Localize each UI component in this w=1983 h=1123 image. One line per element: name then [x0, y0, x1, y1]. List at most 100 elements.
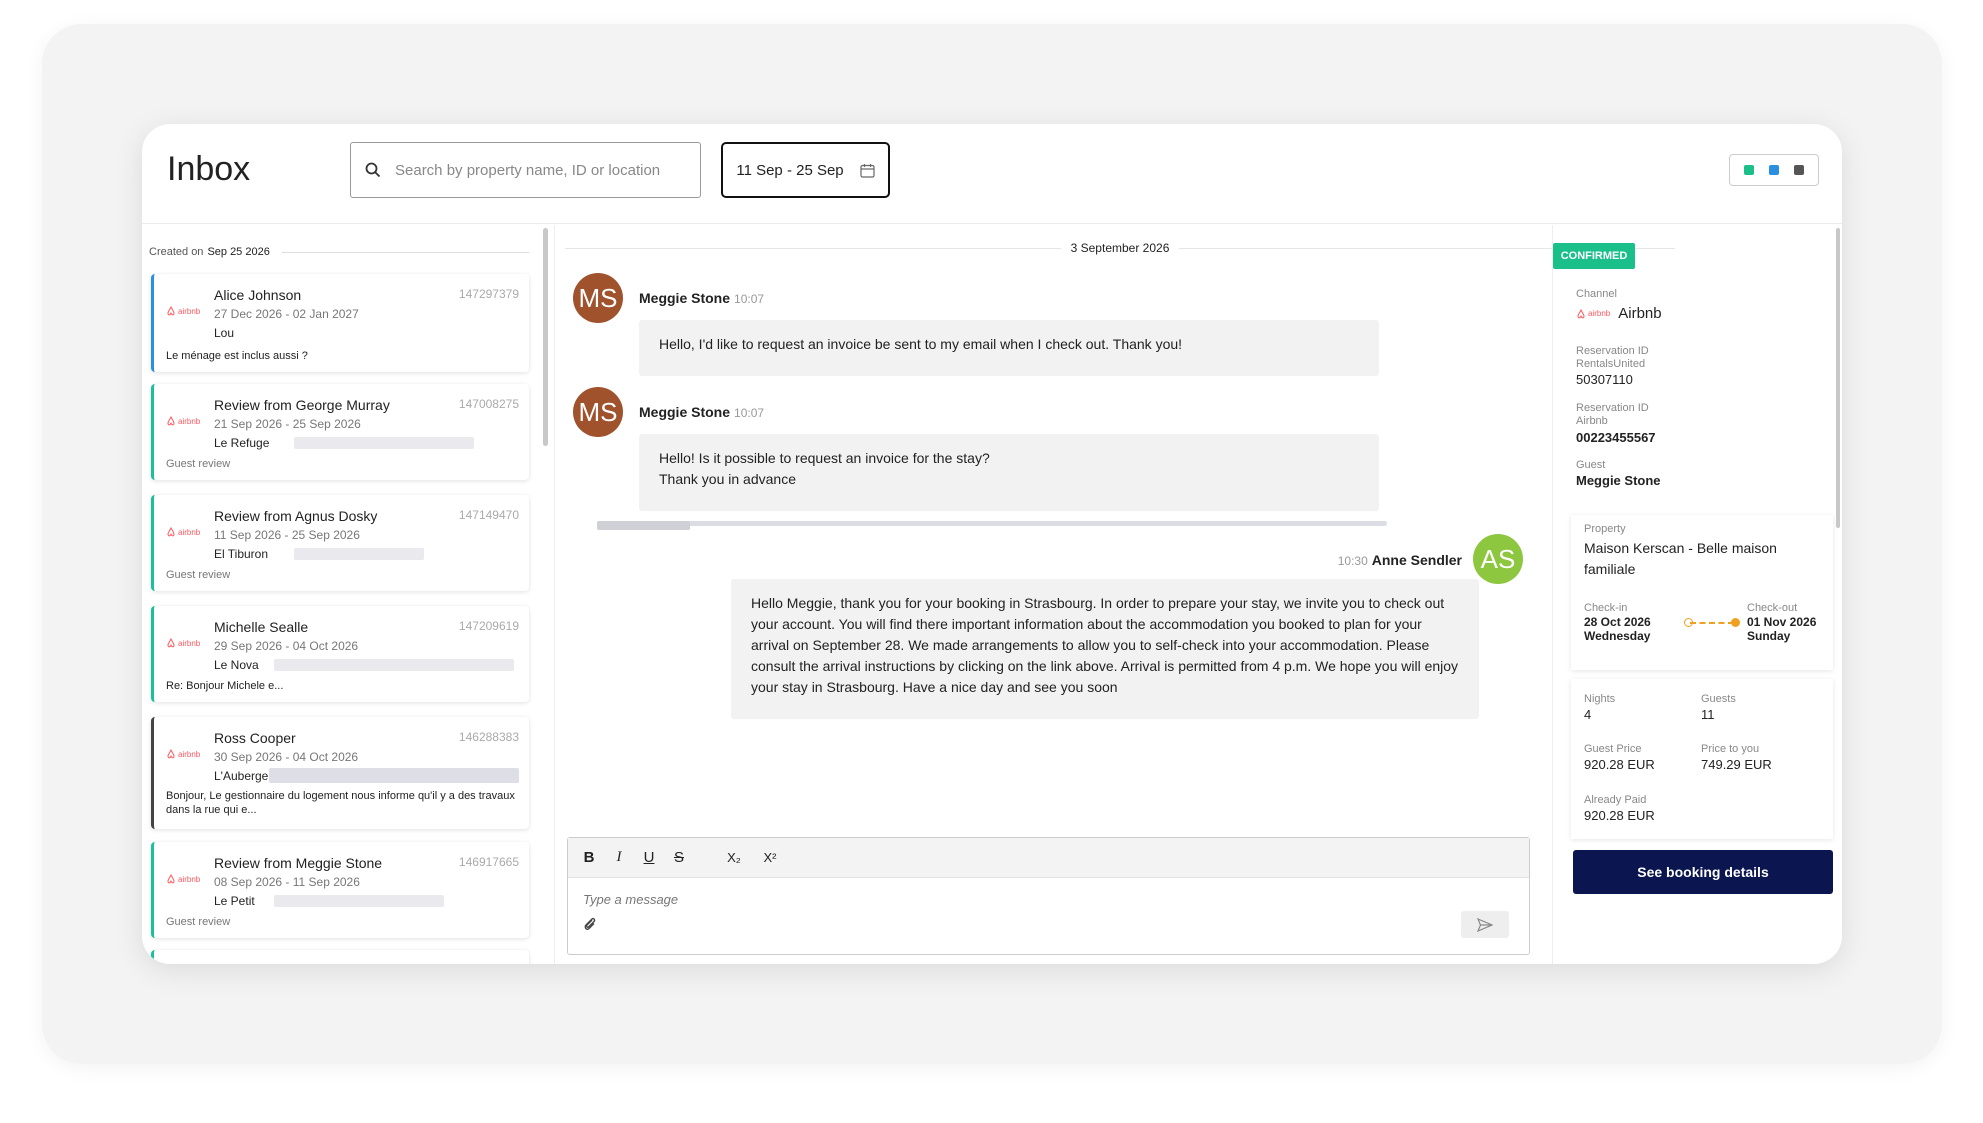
created-on-label: Created on — [149, 246, 204, 258]
airbnb-logo-icon: airbnb — [166, 414, 202, 428]
date-range-picker[interactable]: 11 Sep - 25 Sep — [721, 142, 890, 198]
view-option-green[interactable] — [1744, 165, 1754, 175]
reservation-id: 146917665 — [458, 855, 519, 869]
nights-value: 4 — [1584, 707, 1592, 722]
send-button[interactable] — [1461, 911, 1509, 938]
message-bubble: Hello! Is it possible to request an invo… — [639, 434, 1379, 511]
nights-label: Nights — [1584, 693, 1616, 705]
chat-panel: 3 September 2026 MS Meggie Stone 10:07 He… — [554, 225, 1684, 964]
list-item[interactable] — [151, 950, 529, 964]
reservation-id: 147209619 — [458, 619, 519, 633]
bold-button[interactable]: B — [582, 849, 596, 866]
list-scrollbar[interactable] — [543, 228, 548, 446]
reservation-id: 147297379 — [458, 287, 519, 301]
format-toolbar: B I U S X₂ X² — [568, 838, 1529, 878]
redacted-bar — [274, 895, 444, 907]
superscript-button[interactable]: X² — [760, 850, 780, 865]
subscript-button[interactable]: X₂ — [724, 850, 744, 865]
attachment-icon[interactable] — [583, 916, 597, 932]
underline-button[interactable]: U — [642, 849, 656, 866]
view-toggle[interactable] — [1729, 154, 1819, 186]
timeline-line — [1690, 622, 1734, 624]
airbnb-logo-icon: airbnb — [166, 872, 202, 886]
guest-name: Michelle Sealle — [214, 619, 309, 635]
airbnb-logo-icon: airbnb — [166, 525, 202, 539]
last-message: Re: Bonjour Michele e... — [166, 680, 284, 692]
search-placeholder: Search by property name, ID or location — [395, 161, 661, 179]
search-input[interactable]: Search by property name, ID or location — [350, 142, 701, 198]
avatar: AS — [1473, 534, 1523, 584]
message-time: 10:30 — [1337, 554, 1368, 568]
guest-name: Review from Meggie Stone — [214, 855, 383, 871]
guest-name: Review from Agnus Dosky — [214, 508, 378, 524]
strikethrough-button[interactable]: S — [672, 849, 686, 866]
redacted-bar — [294, 437, 474, 449]
redacted-bar — [294, 548, 424, 560]
message-bubble: Hello, I'd like to request an invoice be… — [639, 320, 1379, 376]
guest-name: Alice Johnson — [214, 287, 302, 303]
day-label: 3 September 2026 — [1070, 241, 1170, 255]
horizontal-scrollbar[interactable] — [597, 521, 1387, 530]
message-bubble: Hello Meggie, thank you for your booking… — [731, 579, 1479, 719]
price-card: Nights 4 Guests 11 Guest Price 920.28 EU… — [1571, 679, 1833, 839]
list-item[interactable]: airbnb Review from Meggie Stone 14691766… — [151, 842, 529, 938]
reservation-id-value: 00223455567 — [1576, 430, 1656, 445]
status-badge: CONFIRMED — [1553, 243, 1635, 269]
view-option-blue[interactable] — [1769, 165, 1779, 175]
conversation-list: Created on Sep 25 2026 airbnb Alice John… — [142, 225, 540, 964]
airbnb-logo-icon: airbnb — [166, 747, 202, 761]
property-name: Lou — [214, 326, 235, 340]
checkin-date: 28 Oct 2026 — [1584, 615, 1651, 629]
price-to-you-label: Price to you — [1701, 743, 1760, 755]
list-item[interactable]: airbnb Ross Cooper 146288383 30 Sep 2026… — [151, 717, 529, 829]
see-booking-details-button[interactable]: See booking details — [1573, 850, 1833, 894]
day-divider: 3 September 2026 — [555, 241, 1685, 255]
stay-dates: 08 Sep 2026 - 11 Sep 2026 — [214, 875, 360, 889]
airbnb-logo-icon: airbnb — [1576, 308, 1610, 319]
guest-name: Review from George Murray — [214, 397, 390, 413]
italic-button[interactable]: I — [612, 849, 626, 866]
list-item[interactable]: airbnb Review from Agnus Dosky 147149470… — [151, 495, 529, 591]
airbnb-logo-icon: airbnb — [166, 304, 202, 318]
inbox-window: Inbox Search by property name, ID or loc… — [142, 124, 1842, 964]
airbnb-logo-icon: airbnb — [166, 636, 202, 650]
list-item[interactable]: airbnb Michelle Sealle 147209619 29 Sep … — [151, 606, 529, 702]
checkout-date: 01 Nov 2026 — [1747, 615, 1817, 629]
checkout-day: Sunday — [1747, 629, 1791, 643]
panel-scrollbar[interactable] — [1836, 228, 1840, 528]
guests-value: 11 — [1701, 707, 1715, 722]
reservation-id-label: Reservation ID — [1576, 345, 1649, 357]
property-name: Le Refuge — [214, 436, 270, 450]
send-icon — [1477, 917, 1493, 932]
guest-price-label: Guest Price — [1584, 743, 1642, 755]
message-time: 10:07 — [734, 292, 765, 306]
guests-label: Guests — [1701, 693, 1736, 705]
stay-dates: 30 Sep 2026 - 04 Oct 2026 — [214, 750, 359, 764]
list-item[interactable]: airbnb Review from George Murray 1470082… — [151, 384, 529, 480]
message-sender: 10:30 Anne Sendler — [1337, 552, 1462, 568]
message-input[interactable]: Type a message — [583, 892, 678, 907]
property-name: L'Auberge — [214, 769, 269, 783]
reservation-id-source: RentalsUnited — [1576, 358, 1646, 370]
avatar: MS — [573, 387, 623, 437]
view-option-dark[interactable] — [1794, 165, 1804, 175]
redacted-bar — [269, 768, 519, 783]
already-paid-label: Already Paid — [1584, 794, 1647, 806]
last-message: Guest review — [166, 916, 231, 928]
stay-dates: 29 Sep 2026 - 04 Oct 2026 — [214, 639, 359, 653]
stay-dates: 27 Dec 2026 - 02 Jan 2027 — [214, 307, 359, 321]
last-message: Guest review — [166, 569, 231, 581]
header: Inbox Search by property name, ID or loc… — [142, 124, 1842, 224]
list-item[interactable]: airbnb Alice Johnson 147297379 27 Dec 20… — [151, 274, 529, 372]
message-sender: Meggie Stone 10:07 — [639, 404, 765, 420]
checkin-label: Check-in — [1584, 602, 1628, 614]
guest-value: Meggie Stone — [1576, 473, 1661, 488]
stay-dates: 21 Sep 2026 - 25 Sep 2026 — [214, 417, 361, 431]
checkin-day: Wednesday — [1584, 629, 1651, 643]
channel-value: Airbnb — [1618, 305, 1662, 322]
search-icon — [365, 162, 381, 178]
reservation-id: 147008275 — [458, 397, 519, 411]
reservation-id: 147149470 — [458, 508, 519, 522]
redacted-bar — [274, 659, 514, 671]
property-label: Property — [1584, 523, 1626, 535]
